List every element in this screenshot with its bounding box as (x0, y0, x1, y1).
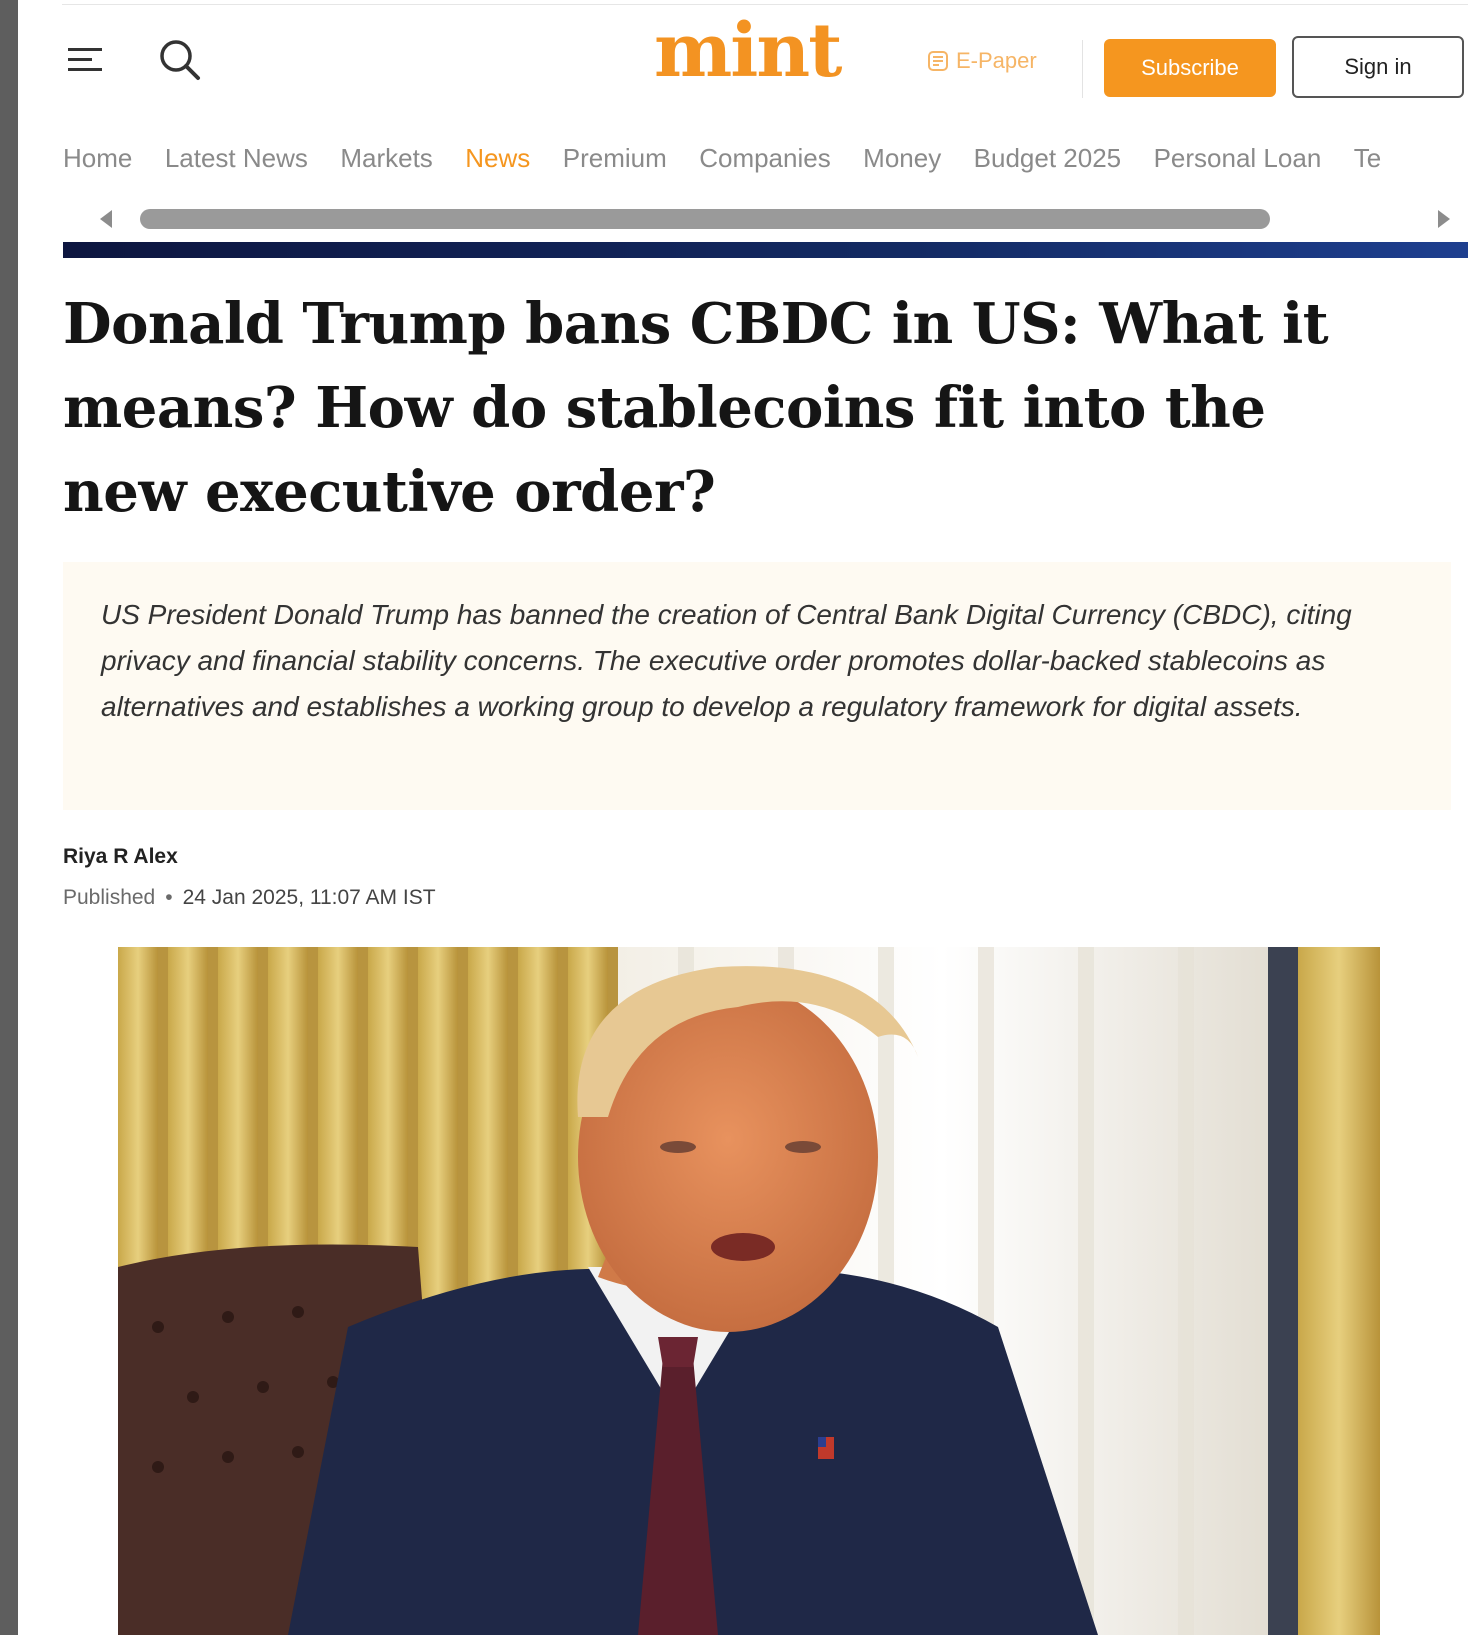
publish-info: Published • 24 Jan 2025, 11:07 AM IST (63, 886, 436, 910)
nav-item-personal-loan[interactable]: Personal Loan (1154, 138, 1322, 178)
scroll-thumb[interactable] (140, 209, 1270, 229)
article-photo (118, 947, 1380, 1635)
author-name[interactable]: Riya R Alex (63, 845, 178, 869)
scroll-left-arrow-icon[interactable] (100, 210, 112, 228)
nav-scrollbar[interactable] (90, 204, 1468, 234)
news-photo-illustration (118, 947, 1380, 1635)
published-date: 24 Jan 2025, 11:07 AM IST (182, 886, 436, 909)
nav-item-companies[interactable]: Companies (699, 138, 831, 178)
nav-item-news[interactable]: News (465, 138, 530, 178)
article-page: mint E-Paper Subscribe Sign in Home Late… (18, 0, 1468, 1635)
nav-item-budget-2025[interactable]: Budget 2025 (974, 138, 1121, 178)
top-divider (62, 4, 1468, 5)
section-nav: Home Latest News Markets News Premium Co… (63, 138, 1468, 178)
search-icon[interactable] (158, 38, 202, 82)
published-label: Published (63, 886, 156, 909)
article-summary: US President Donald Trump has banned the… (101, 599, 1352, 722)
epaper-label: E-Paper (956, 48, 1037, 73)
nav-item-truncated[interactable]: Te (1354, 138, 1381, 178)
sign-in-button[interactable]: Sign in (1292, 36, 1464, 98)
nav-item-money[interactable]: Money (863, 138, 941, 178)
article-summary-box: US President Donald Trump has banned the… (63, 562, 1451, 810)
header-divider (1082, 40, 1083, 98)
mint-logo[interactable]: mint (654, 14, 842, 88)
separator-dot: • (165, 886, 173, 909)
nav-item-home[interactable]: Home (63, 138, 132, 178)
scroll-right-arrow-icon[interactable] (1438, 210, 1450, 228)
article-headline: Donald Trump bans CBDC in US: What it me… (63, 291, 1329, 525)
nav-item-premium[interactable]: Premium (563, 138, 667, 178)
epaper-link[interactable]: E-Paper (926, 46, 1037, 76)
section-band (63, 242, 1468, 258)
subscribe-button[interactable]: Subscribe (1104, 39, 1276, 97)
browser-frame-edge (0, 0, 18, 1635)
epaper-icon (928, 51, 948, 71)
nav-item-markets[interactable]: Markets (340, 138, 432, 178)
menu-icon[interactable] (66, 44, 104, 76)
nav-item-latest-news[interactable]: Latest News (165, 138, 308, 178)
